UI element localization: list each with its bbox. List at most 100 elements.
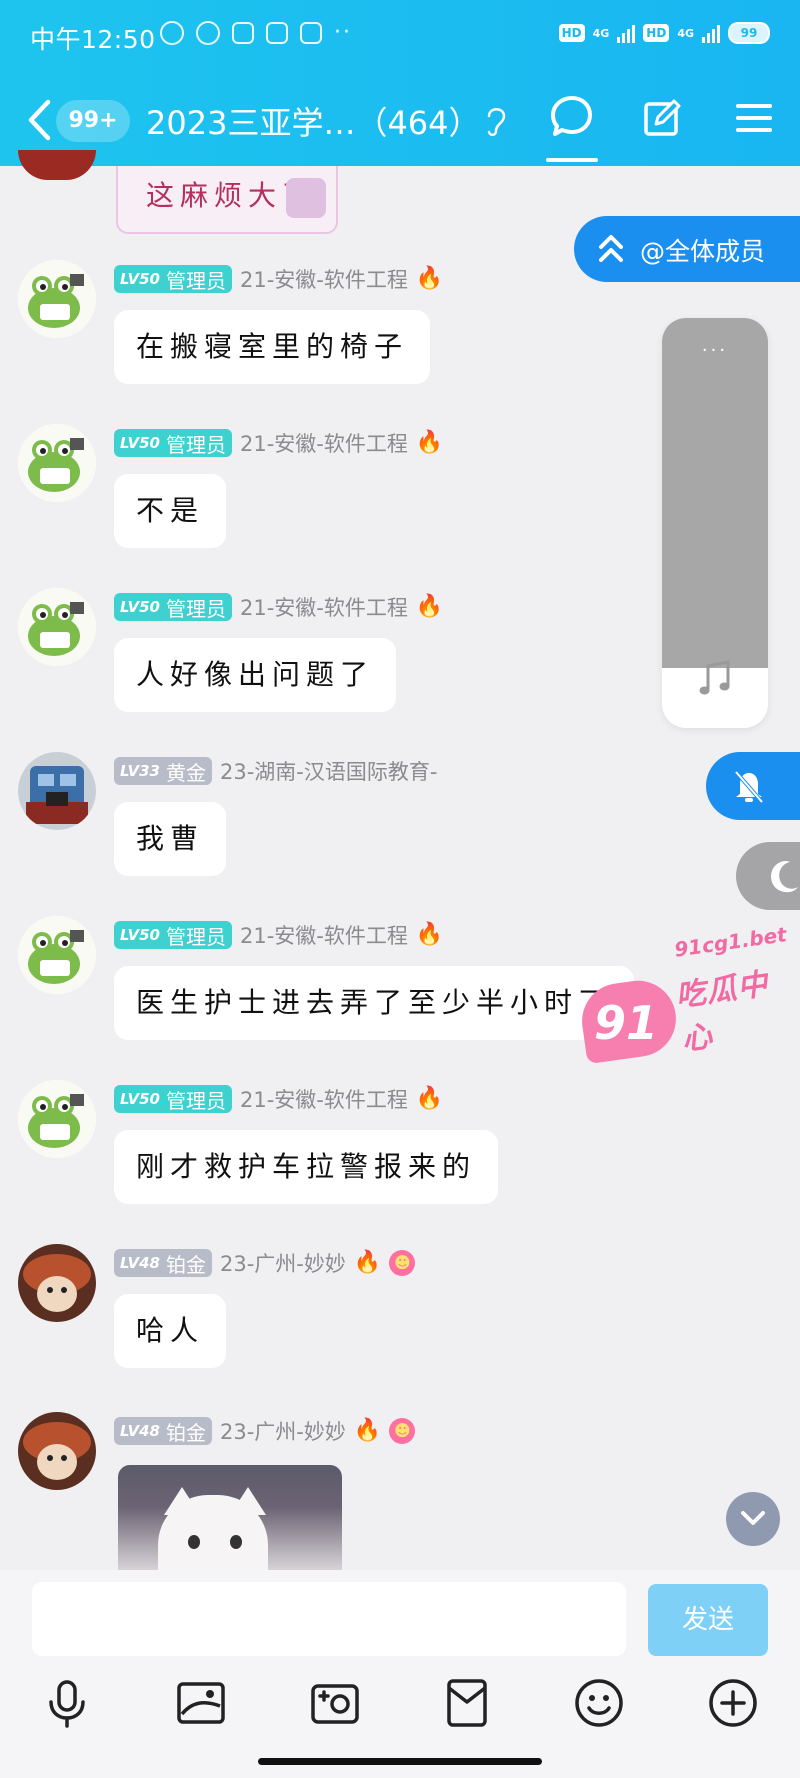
signal-icon [702, 23, 720, 43]
music-panel-body [662, 318, 768, 668]
message-meta: LV50 管理员 21-安徽-软件工程 🔥 [114, 920, 443, 950]
bell-off-icon [734, 770, 764, 804]
message-meta: LV48 铂金 23-广州-妙妙 🔥 ☻ [114, 1248, 416, 1278]
mic-icon[interactable] [40, 1676, 94, 1730]
network-type: 4G [677, 26, 694, 40]
network-type: 4G [592, 26, 610, 40]
at-all-members-button[interactable]: @全体成员 [574, 216, 800, 282]
app-notification-icon [300, 21, 322, 44]
status-notification-icons: ·· [160, 20, 352, 45]
avatar[interactable] [18, 150, 96, 180]
plus-icon[interactable] [706, 1676, 760, 1730]
message-bubble[interactable]: 医生护士进去弄了至少半小时了 [114, 966, 635, 1040]
watermark-title: 吃瓜中心 [673, 966, 771, 1058]
level-badge: LV50 管理员 [114, 429, 232, 457]
fire-icon: 🔥 [353, 1418, 382, 1443]
level-badge: LV50 管理员 [114, 593, 232, 621]
unread-count-badge[interactable]: 99+ [56, 100, 130, 142]
fire-icon: 🔥 [353, 1250, 382, 1275]
fire-icon: 🔥 [415, 430, 444, 455]
message-bubble[interactable]: 刚才救护车拉警报来的 [114, 1130, 499, 1204]
avatar-robot[interactable] [18, 752, 96, 830]
edit-icon[interactable] [642, 98, 682, 138]
message-bubble[interactable]: 人好像出问题了 [114, 638, 397, 712]
cat-image-part [188, 1535, 200, 1549]
avatar-hamster[interactable] [18, 1412, 96, 1490]
message-input[interactable] [32, 1582, 626, 1656]
double-chevron-up-icon [599, 235, 623, 262]
sender-nickname[interactable]: 21-安徽-软件工程 [240, 1084, 408, 1114]
message-bubble[interactable]: 在搬寝室里的椅子 [114, 310, 431, 384]
more-icon[interactable]: ··· [662, 340, 768, 361]
fire-icon: 🔥 [415, 594, 444, 619]
message-bubble[interactable]: 不是 [114, 474, 227, 548]
mute-notifications-button[interactable] [706, 752, 800, 820]
sender-nickname[interactable]: 23-广州-妙妙 [220, 1248, 346, 1278]
status-time: 中午12:50 [30, 25, 156, 54]
status-bar: 中午12:50 ·· HD 4G HD 4G 99 [0, 0, 800, 72]
chat-header: 99+ 2023三亚学…（464） [0, 80, 800, 166]
app-notification-icon [232, 21, 254, 44]
back-icon[interactable] [26, 98, 52, 142]
chat-tab-icon[interactable] [550, 94, 594, 138]
avatar-frog[interactable] [18, 916, 96, 994]
fire-icon: 🔥 [415, 1086, 444, 1111]
group-title[interactable]: 2023三亚学…（464） [146, 98, 481, 144]
message-meta: LV33 黄金 23-湖南-汉语国际教育- [114, 756, 437, 786]
sender-nickname[interactable]: 21-安徽-软件工程 [240, 428, 408, 458]
smile-badge-icon: ☻ [389, 1250, 416, 1276]
frog-avatar-icon [18, 588, 96, 666]
music-note-icon [699, 660, 730, 695]
level-badge: LV48 铂金 [114, 1417, 212, 1445]
app-notification-icon [266, 21, 288, 44]
level-badge: LV50 管理员 [114, 921, 232, 949]
message-meta: LV50 管理员 21-安徽-软件工程 🔥 [114, 428, 443, 458]
emoji-icon[interactable] [572, 1676, 626, 1730]
hamster-avatar-icon [18, 1244, 96, 1322]
message-meta: LV50 管理员 21-安徽-软件工程 🔥 [114, 1084, 443, 1114]
signal-icon [617, 23, 636, 43]
moon-icon [771, 860, 798, 893]
image-icon[interactable] [174, 1676, 228, 1730]
sender-nickname[interactable]: 23-湖南-汉语国际教育- [220, 756, 437, 786]
avatar-frog[interactable] [18, 1080, 96, 1158]
dark-mode-button[interactable] [736, 842, 800, 910]
earpiece-mode-icon [487, 108, 506, 137]
avatar-hamster[interactable] [18, 1244, 96, 1322]
message-meta: LV48 铂金 23-广州-妙妙 🔥 ☻ [114, 1416, 416, 1446]
sender-nickname[interactable]: 23-广州-妙妙 [220, 1416, 346, 1446]
sticker-decoration [286, 178, 326, 218]
sender-nickname[interactable]: 21-安徽-软件工程 [240, 264, 408, 294]
message-meta: LV50 管理员 21-安徽-软件工程 🔥 [114, 264, 443, 294]
at-all-label: @全体成员 [640, 237, 766, 266]
level-badge: LV33 黄金 [114, 757, 212, 785]
smile-badge-icon: ☻ [389, 1418, 416, 1444]
sticker-message[interactable]: 这麻烦大了 [116, 166, 338, 234]
mute-icon [160, 20, 184, 45]
message-meta: LV50 管理员 21-安徽-软件工程 🔥 [114, 592, 443, 622]
sender-nickname[interactable]: 21-安徽-软件工程 [240, 920, 408, 950]
battery-icon: 99 [728, 22, 770, 44]
scroll-to-bottom-button[interactable] [726, 1492, 780, 1546]
avatar-frog[interactable] [18, 424, 96, 502]
fire-icon: 🔥 [415, 266, 444, 291]
red-packet-icon[interactable] [440, 1676, 494, 1730]
level-badge: LV50 管理员 [114, 265, 232, 293]
avatar-frog[interactable] [18, 588, 96, 666]
send-button[interactable]: 发送 [648, 1584, 768, 1656]
frog-avatar-icon [18, 260, 96, 338]
avatar-frog[interactable] [18, 260, 96, 338]
camera-icon[interactable] [308, 1676, 362, 1730]
hd-badge: HD [558, 24, 585, 42]
hd-badge: HD [643, 24, 670, 42]
home-indicator[interactable] [258, 1758, 542, 1765]
menu-icon[interactable] [734, 98, 774, 138]
music-panel[interactable]: ··· [662, 318, 768, 728]
cat-image-part [230, 1535, 242, 1549]
sender-nickname[interactable]: 21-安徽-软件工程 [240, 592, 408, 622]
message-bubble[interactable]: 我曹 [114, 802, 227, 876]
level-badge: LV50 管理员 [114, 1085, 232, 1113]
message-bubble[interactable]: 哈人 [114, 1294, 227, 1368]
alarm-icon [196, 20, 220, 45]
image-message[interactable] [118, 1465, 342, 1570]
